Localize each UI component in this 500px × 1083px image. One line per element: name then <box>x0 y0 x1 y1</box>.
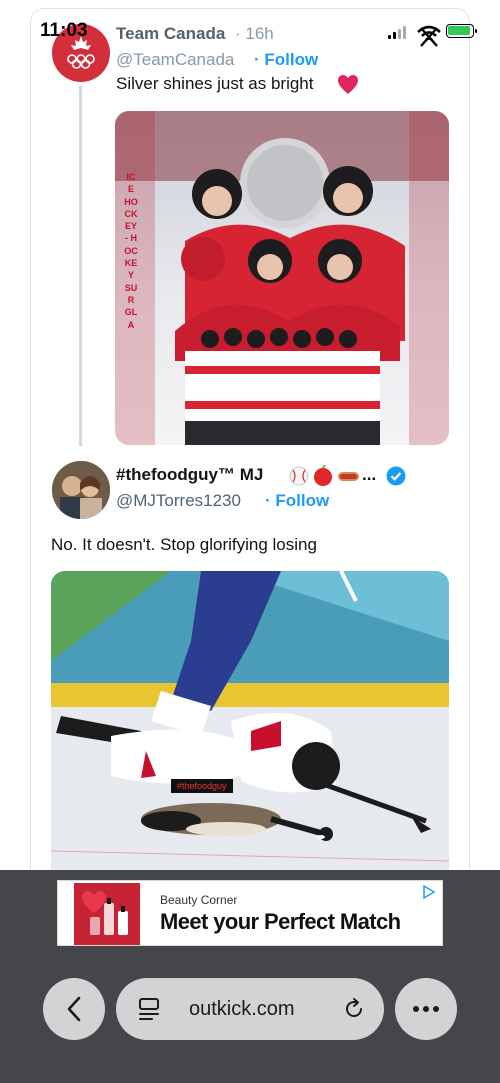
avatar-photo <box>52 461 110 519</box>
author-handle[interactable]: @TeamCanada <box>116 50 234 70</box>
tweet-text: Silver shines just as bright <box>116 74 314 93</box>
back-button[interactable] <box>43 978 105 1040</box>
red-heart-icon <box>338 75 358 94</box>
tweet-timestamp[interactable]: · 16h <box>235 24 274 44</box>
hockey-fall-photo[interactable]: #thefoodguy <box>51 571 449 871</box>
hockey-team-photo[interactable]: ICE HOCKEY - HOCKEY SUR GLA <box>115 111 449 445</box>
reply-follow-button[interactable]: · Follow <box>265 491 329 511</box>
follow-button[interactable]: · Follow <box>254 50 318 70</box>
perfume-bottles-illustration <box>74 883 140 945</box>
reply-author-name[interactable]: #thefoodguy™ MJ <box>116 465 263 485</box>
page-menu-icon[interactable] <box>138 997 160 1021</box>
chevron-left-icon <box>67 996 81 1022</box>
thread-line <box>79 86 82 446</box>
ad-title[interactable]: Meet your Perfect Match <box>160 909 401 935</box>
wifi-off-icon <box>417 25 441 47</box>
url-text[interactable]: outkick.com <box>189 998 295 1021</box>
image-watermark: #thefoodguy <box>171 779 233 793</box>
author-name[interactable]: Team Canada <box>116 24 225 44</box>
ad-choices-icon[interactable] <box>422 885 436 899</box>
hockey-fall-illustration <box>51 571 449 871</box>
ice-hockey-vertical-text: ICE HOCKEY - HOCKEY SUR GLA <box>124 172 138 330</box>
ad-source: Beauty Corner <box>160 893 238 907</box>
reload-icon[interactable] <box>342 997 366 1021</box>
reply-author-handle[interactable]: @MJTorres1230 <box>116 491 241 511</box>
status-time: 11:03 <box>40 20 88 41</box>
address-bar[interactable]: outkick.com <box>116 978 384 1040</box>
thefoodguy-avatar[interactable] <box>52 461 110 519</box>
ad-thumbnail <box>74 883 140 945</box>
verified-badge-icon <box>386 466 406 486</box>
ellipsis-icon <box>413 1006 439 1012</box>
battery-charging-icon <box>446 24 477 38</box>
ad-banner[interactable]: Beauty Corner Meet your Perfect Match <box>57 880 443 946</box>
signal-icon <box>388 26 406 39</box>
reply-tweet-text: No. It doesn't. Stop glorifying losing <box>51 535 317 554</box>
name-overflow: ... <box>362 465 377 484</box>
name-emojis-icon <box>289 465 359 486</box>
more-options-button[interactable] <box>395 978 457 1040</box>
hockey-team-illustration <box>115 111 449 445</box>
